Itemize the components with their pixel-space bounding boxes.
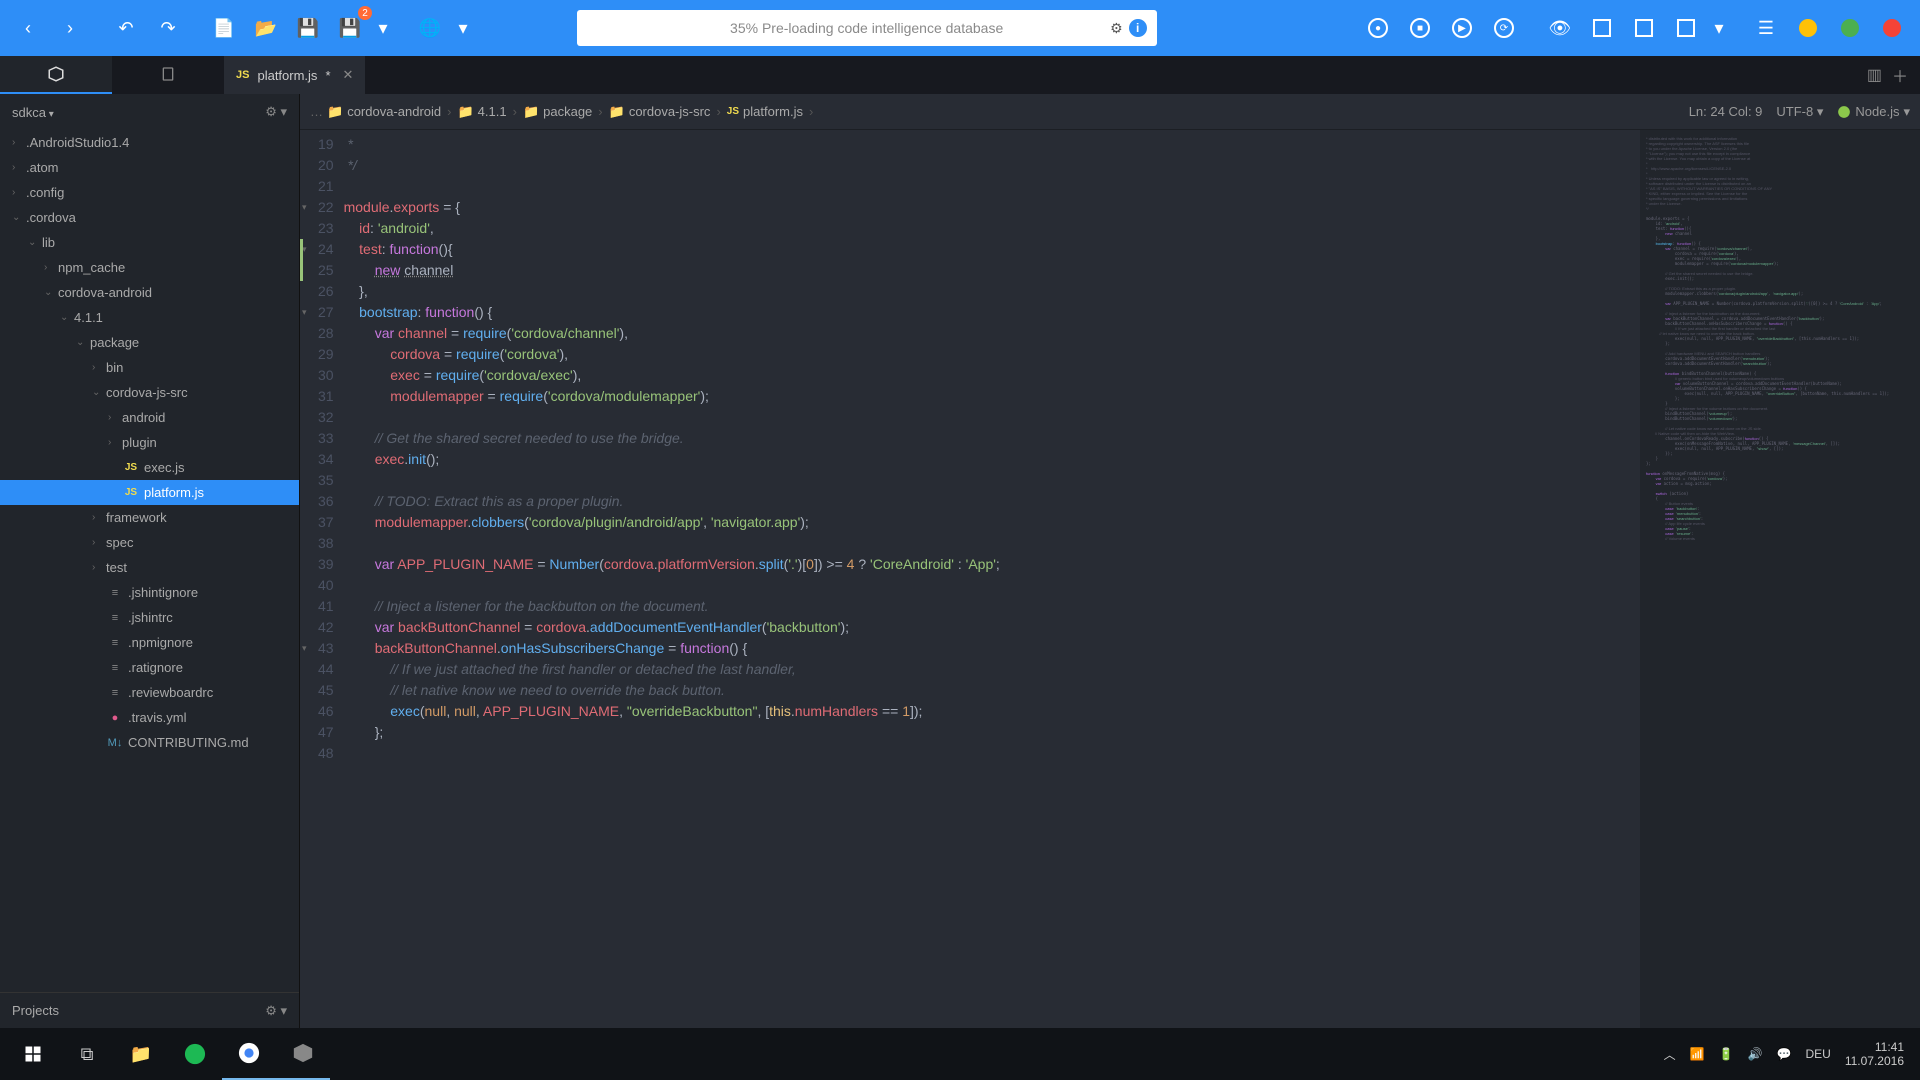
tree-item-package[interactable]: ⌄package bbox=[0, 330, 299, 355]
tree-item-exec-js[interactable]: JSexec.js bbox=[0, 455, 299, 480]
tree-item-contributing-md[interactable]: M↓CONTRIBUTING.md bbox=[0, 730, 299, 755]
status-text: 35% Pre-loading code intelligence databa… bbox=[730, 20, 1003, 36]
sidebar: sdkca ⚙ ▾ ›.AndroidStudio1.4›.atom›.conf… bbox=[0, 94, 300, 1028]
info-icon[interactable]: i bbox=[1129, 19, 1147, 37]
stop-button[interactable]: ■ bbox=[1402, 10, 1438, 46]
panel-right-button[interactable] bbox=[1668, 10, 1704, 46]
sidebar-header: sdkca ⚙ ▾ bbox=[0, 94, 299, 130]
save-dropdown[interactable]: ▾ bbox=[374, 10, 392, 46]
tree-item--reviewboardrc[interactable]: ≡.reviewboardrc bbox=[0, 680, 299, 705]
sidebar-footer-gear-icon[interactable]: ⚙ ▾ bbox=[265, 1003, 287, 1019]
tray-battery-icon[interactable]: 🔋 bbox=[1719, 1047, 1734, 1061]
menu-button[interactable]: ☰ bbox=[1748, 10, 1784, 46]
tree-item-plugin[interactable]: ›plugin bbox=[0, 430, 299, 455]
minimap[interactable]: * distributed with this work for additio… bbox=[1640, 130, 1920, 1028]
tray-notifications-icon[interactable]: 💬 bbox=[1777, 1047, 1792, 1061]
breadcrumb-4-1-1[interactable]: 📁 4.1.1 › bbox=[457, 104, 518, 120]
language-mode[interactable]: Node.js ▾ bbox=[1837, 104, 1910, 120]
tree-item-lib[interactable]: ⌄lib bbox=[0, 230, 299, 255]
js-icon: JS bbox=[236, 69, 249, 81]
sidebar-tab-outline[interactable] bbox=[112, 56, 224, 94]
tray-clock[interactable]: 11:41 11.07.2016 bbox=[1845, 1040, 1904, 1068]
sidebar-footer-label[interactable]: Projects bbox=[12, 1003, 59, 1018]
encoding[interactable]: UTF-8 ▾ bbox=[1776, 104, 1823, 120]
tray-wifi-icon[interactable]: 📶 bbox=[1690, 1047, 1705, 1061]
tree-item--androidstudio1-4[interactable]: ›.AndroidStudio1.4 bbox=[0, 130, 299, 155]
layout-dropdown[interactable]: ▾ bbox=[1710, 10, 1728, 46]
nav-forward-button[interactable]: › bbox=[52, 10, 88, 46]
minimize-button[interactable] bbox=[1790, 10, 1826, 46]
tree-item--ratignore[interactable]: ≡.ratignore bbox=[0, 655, 299, 680]
tree-item-spec[interactable]: ›spec bbox=[0, 530, 299, 555]
breadcrumb-cordova-js-src[interactable]: 📁 cordova-js-src › bbox=[609, 104, 723, 120]
file-tab-label: platform.js bbox=[257, 68, 317, 83]
browser-dropdown[interactable]: ▾ bbox=[454, 10, 472, 46]
maximize-button[interactable] bbox=[1832, 10, 1868, 46]
ide-taskbar-icon[interactable] bbox=[276, 1028, 330, 1080]
eye-icon[interactable]: 👁 bbox=[1542, 10, 1578, 46]
browser-button[interactable]: 🌐 bbox=[412, 10, 448, 46]
sidebar-root-label[interactable]: sdkca bbox=[12, 105, 54, 120]
tree-item-cordova-android[interactable]: ⌄cordova-android bbox=[0, 280, 299, 305]
tree-item-test[interactable]: ›test bbox=[0, 555, 299, 580]
debug-button[interactable]: ⟳ bbox=[1486, 10, 1522, 46]
breadcrumb-cordova-android[interactable]: 📁 cordova-android › bbox=[327, 104, 453, 120]
tab-bar: JS platform.js * ✕ ▥ ＋ bbox=[0, 56, 1920, 94]
undo-button[interactable]: ↶ bbox=[108, 10, 144, 46]
play-button[interactable]: ▶ bbox=[1444, 10, 1480, 46]
tree-item--config[interactable]: ›.config bbox=[0, 180, 299, 205]
tree-item--npmignore[interactable]: ≡.npmignore bbox=[0, 630, 299, 655]
tree-item--travis-yml[interactable]: ●.travis.yml bbox=[0, 705, 299, 730]
start-button[interactable] bbox=[6, 1028, 60, 1080]
tree-item-bin[interactable]: ›bin bbox=[0, 355, 299, 380]
close-tab-button[interactable]: ✕ bbox=[343, 67, 354, 83]
code-area[interactable]: 192021▾2223▾242526▾272829303132333435363… bbox=[300, 130, 1920, 1028]
add-tab-button[interactable]: ＋ bbox=[1892, 63, 1908, 87]
breadcrumbs[interactable]: … 📁 cordova-android ›📁 4.1.1 ›📁 package … bbox=[310, 104, 815, 120]
file-tab-platform-js[interactable]: JS platform.js * ✕ bbox=[224, 56, 365, 94]
tree-item-framework[interactable]: ›framework bbox=[0, 505, 299, 530]
tray-chevron-icon[interactable]: ︿ bbox=[1664, 1046, 1676, 1063]
tree-item--jshintrc[interactable]: ≡.jshintrc bbox=[0, 605, 299, 630]
tree-item--cordova[interactable]: ⌄.cordova bbox=[0, 205, 299, 230]
sidebar-gear-icon[interactable]: ⚙ ▾ bbox=[265, 104, 287, 120]
breadcrumb-package[interactable]: 📁 package › bbox=[523, 104, 605, 120]
save-button[interactable]: 💾 bbox=[290, 10, 326, 46]
tree-item-cordova-js-src[interactable]: ⌄cordova-js-src bbox=[0, 380, 299, 405]
sidebar-footer: Projects ⚙ ▾ bbox=[0, 992, 299, 1028]
main-toolbar: ‹ › ↶ ↷ 📄 📂 💾 💾 ▾ 🌐 ▾ 35% Pre-loading co… bbox=[0, 0, 1920, 56]
save-all-button[interactable]: 💾 bbox=[332, 10, 368, 46]
tray-volume-icon[interactable]: 🔊 bbox=[1748, 1047, 1763, 1061]
record-button[interactable]: ● bbox=[1360, 10, 1396, 46]
explorer-taskbar-icon[interactable]: 📁 bbox=[114, 1028, 168, 1080]
new-file-button[interactable]: 📄 bbox=[206, 10, 242, 46]
tree-item--jshintignore[interactable]: ≡.jshintignore bbox=[0, 580, 299, 605]
windows-taskbar: ⧉ 📁 ︿ 📶 🔋 🔊 💬 DEU 11:41 11.07.2016 bbox=[0, 1028, 1920, 1080]
redo-button[interactable]: ↷ bbox=[150, 10, 186, 46]
nav-back-button[interactable]: ‹ bbox=[10, 10, 46, 46]
task-view-button[interactable]: ⧉ bbox=[60, 1028, 114, 1080]
chrome-taskbar-icon[interactable] bbox=[222, 1028, 276, 1080]
tray-language[interactable]: DEU bbox=[1805, 1047, 1830, 1061]
tree-item-4-1-1[interactable]: ⌄4.1.1 bbox=[0, 305, 299, 330]
open-file-button[interactable]: 📂 bbox=[248, 10, 284, 46]
sidebar-tab-files[interactable] bbox=[0, 56, 112, 94]
file-tree[interactable]: ›.AndroidStudio1.4›.atom›.config⌄.cordov… bbox=[0, 130, 299, 992]
panel-bottom-button[interactable] bbox=[1626, 10, 1662, 46]
tree-item-platform-js[interactable]: JSplatform.js bbox=[0, 480, 299, 505]
terminal-icon[interactable]: ▥ bbox=[1867, 65, 1882, 85]
tree-item-android[interactable]: ›android bbox=[0, 405, 299, 430]
close-window-button[interactable] bbox=[1874, 10, 1910, 46]
panel-left-button[interactable] bbox=[1584, 10, 1620, 46]
tree-item-npm-cache[interactable]: ›npm_cache bbox=[0, 255, 299, 280]
gear-icon[interactable]: ⚙ bbox=[1110, 20, 1123, 37]
status-box: 35% Pre-loading code intelligence databa… bbox=[577, 10, 1157, 46]
tree-item--atom[interactable]: ›.atom bbox=[0, 155, 299, 180]
cursor-position: Ln: 24 Col: 9 bbox=[1689, 104, 1763, 119]
modified-indicator: * bbox=[325, 68, 330, 83]
spotify-taskbar-icon[interactable] bbox=[168, 1028, 222, 1080]
editor: … 📁 cordova-android ›📁 4.1.1 ›📁 package … bbox=[300, 94, 1920, 1028]
breadcrumb-bar: … 📁 cordova-android ›📁 4.1.1 ›📁 package … bbox=[300, 94, 1920, 130]
breadcrumb-platform-js[interactable]: JS platform.js › bbox=[727, 104, 816, 119]
